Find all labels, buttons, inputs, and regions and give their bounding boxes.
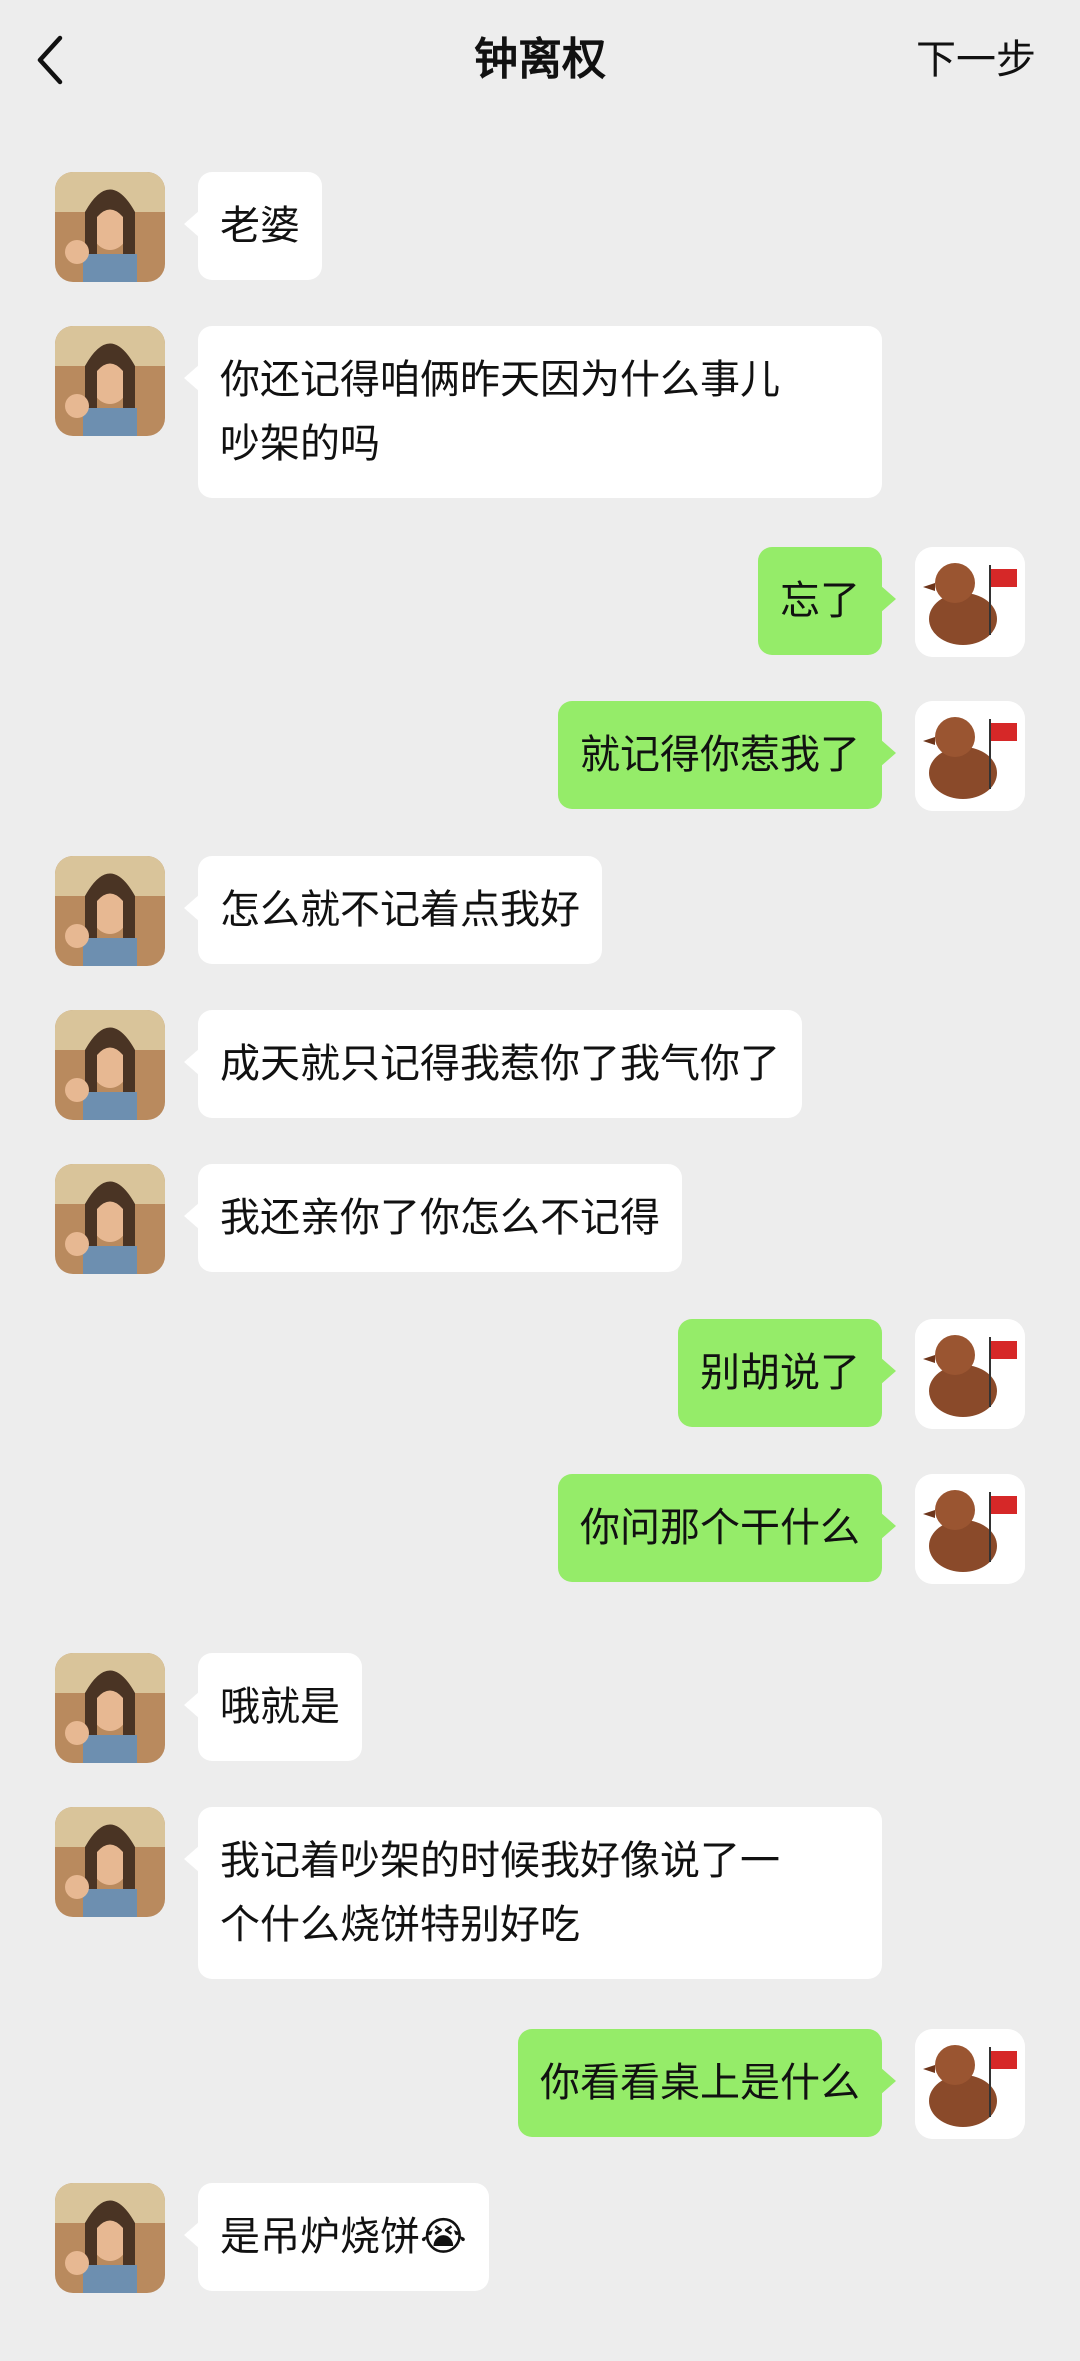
contact-avatar[interactable] [55, 1164, 165, 1274]
self-avatar[interactable] [915, 1319, 1025, 1429]
contact-avatar[interactable] [55, 2183, 165, 2293]
message-bubble-outgoing[interactable]: 忘了 [758, 547, 896, 655]
message-bubble-incoming[interactable]: 怎么就不记着点我好 [184, 856, 602, 964]
contact-avatar[interactable] [55, 1653, 165, 1763]
contact-avatar[interactable] [55, 172, 165, 282]
contact-avatar[interactable] [55, 1010, 165, 1120]
next-step-button[interactable]: 下一步 [916, 30, 1036, 90]
message-bubble-incoming[interactable]: 我还亲你了你怎么不记得 [184, 1164, 682, 1272]
message-bubble-outgoing[interactable]: 别胡说了 [678, 1319, 896, 1427]
self-avatar[interactable] [915, 2029, 1025, 2139]
message-bubble-outgoing[interactable]: 就记得你惹我了 [558, 701, 896, 809]
message-bubble-outgoing[interactable]: 你看看桌上是什么 [518, 2029, 896, 2137]
message-bubble-outgoing[interactable]: 你问那个干什么 [558, 1474, 896, 1582]
message-bubble-incoming[interactable]: 成天就只记得我惹你了我气你了 [184, 1010, 802, 1118]
message-bubble-incoming[interactable]: 老婆 [184, 172, 322, 280]
contact-avatar[interactable] [55, 1807, 165, 1917]
message-bubble-incoming[interactable]: 哦就是 [184, 1653, 362, 1761]
self-avatar[interactable] [915, 547, 1025, 657]
self-avatar[interactable] [915, 1474, 1025, 1584]
nav-bar: 钟离权 下一步 [0, 0, 1080, 118]
self-avatar[interactable] [915, 701, 1025, 811]
message-bubble-incoming[interactable]: 是吊炉烧饼😭 [184, 2183, 489, 2291]
message-bubble-incoming[interactable]: 我记着吵架的时候我好像说了一 个什么烧饼特别好吃 [184, 1807, 882, 1979]
message-bubble-incoming[interactable]: 你还记得咱俩昨天因为什么事儿 吵架的吗 [184, 326, 882, 498]
contact-avatar[interactable] [55, 326, 165, 436]
contact-avatar[interactable] [55, 856, 165, 966]
